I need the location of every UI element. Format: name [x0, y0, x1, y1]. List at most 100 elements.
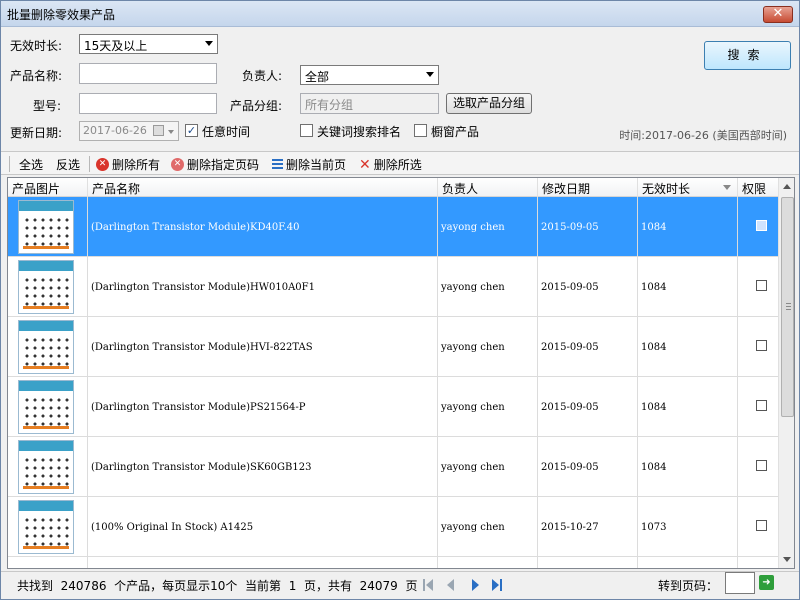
permission-checkbox[interactable]: [756, 400, 767, 411]
current-page: 1: [288, 579, 297, 593]
delete-all-button[interactable]: ✕ 删除所有: [96, 156, 160, 173]
product-image-cell: [8, 437, 88, 497]
product-image-cell: [8, 497, 88, 557]
product-grid: 产品图片 产品名称 负责人 修改日期 无效时长 权限 (Darlington T…: [7, 177, 795, 569]
group-placeholder: 所有分组: [305, 98, 354, 112]
search-button[interactable]: 搜索: [704, 41, 791, 70]
chevron-down-icon: [205, 41, 213, 46]
next-page-icon[interactable]: [469, 579, 481, 591]
first-page-icon[interactable]: [422, 579, 434, 591]
date-cell: [538, 557, 638, 568]
invert-selection-label: 反选: [56, 158, 81, 172]
permission-checkbox[interactable]: [756, 220, 767, 231]
expiry-select-value: 15天及以上: [84, 39, 148, 53]
keyword-rank-checkbox[interactable]: [300, 124, 313, 137]
expiry-select[interactable]: 15天及以上: [79, 34, 218, 54]
time-info: 时间:2017-06-26 (美国西部时间): [619, 129, 787, 142]
go-arrow-icon[interactable]: ➜: [759, 575, 774, 590]
product-image-cell: [8, 377, 88, 437]
product-name-cell: (100% Original In Stock) A1425: [88, 497, 438, 557]
pages-suffix: 页: [405, 579, 418, 593]
model-label: 型号:: [33, 99, 62, 113]
table-row[interactable]: (Darlington Transistor Module)HVI-822TAS…: [8, 317, 778, 377]
permission-checkbox[interactable]: [756, 280, 767, 291]
duration-cell: 1084: [638, 257, 738, 317]
product-thumbnail: [18, 500, 74, 554]
column-header-name[interactable]: 产品名称: [88, 178, 438, 197]
duration-cell: 1073: [638, 497, 738, 557]
status-bar: 共找到 240786 个产品，每页显示10个 当前第 1 页，共有 24079 …: [1, 571, 799, 599]
update-date-picker[interactable]: 2017-06-26: [79, 121, 179, 141]
column-header-image[interactable]: 产品图片: [8, 178, 88, 197]
grid-header: 产品图片 产品名称 负责人 修改日期 无效时长 权限: [8, 178, 778, 197]
product-image-cell: [8, 317, 88, 377]
owner-cell: [438, 557, 538, 568]
product-name-input[interactable]: [79, 63, 217, 84]
product-name-cell: (Darlington Transistor Module)HVI-822TAS: [88, 317, 438, 377]
column-header-duration[interactable]: 无效时长: [638, 178, 738, 197]
close-icon: ✕: [359, 156, 371, 173]
group-label: 产品分组:: [230, 99, 283, 113]
duration-cell: [638, 557, 738, 568]
column-header-permission[interactable]: 权限: [738, 178, 778, 197]
sort-descending-icon: [723, 185, 731, 190]
delete-pages-icon: ✕: [171, 158, 184, 171]
owner-cell: yayong chen: [438, 437, 538, 497]
table-row[interactable]: (Darlington Transistor Module)HW010A0F1 …: [8, 257, 778, 317]
owner-label: 负责人:: [242, 69, 283, 83]
select-all-label: 全选: [19, 158, 44, 172]
column-header-owner[interactable]: 负责人: [438, 178, 538, 197]
window-product-checkbox[interactable]: [414, 124, 427, 137]
window-product-label: 橱窗产品: [431, 125, 480, 139]
product-thumbnail: [18, 200, 74, 254]
close-button[interactable]: ✕: [763, 6, 793, 23]
date-cell: 2015-09-05: [538, 317, 638, 377]
product-name-cell: [88, 557, 438, 568]
expiry-label: 无效时长:: [10, 39, 63, 53]
column-header-date[interactable]: 修改日期: [538, 178, 638, 197]
product-name-cell: (Darlington Transistor Module)KD40F.40: [88, 197, 438, 257]
table-row[interactable]: (Darlington Transistor Module)KD40F.40 y…: [8, 197, 778, 257]
checkmark-icon: ✓: [186, 124, 197, 137]
select-group-button[interactable]: 选取产品分组: [446, 93, 532, 114]
last-page-icon[interactable]: [491, 579, 503, 591]
product-thumbnail: [18, 440, 74, 494]
product-name-cell: (Darlington Transistor Module)PS21564-P: [88, 377, 438, 437]
delete-icon: ✕: [96, 158, 109, 171]
model-input[interactable]: [79, 93, 217, 114]
current-mid: 页，共有: [303, 579, 352, 593]
table-row-partial[interactable]: [8, 557, 778, 568]
duration-cell: 1084: [638, 317, 738, 377]
pagination-summary: 共找到 240786 个产品，每页显示10个 当前第 1 页，共有 24079 …: [17, 577, 417, 594]
delete-selected-button[interactable]: ✕ 删除所选: [359, 156, 422, 173]
table-row[interactable]: (Darlington Transistor Module)PS21564-P …: [8, 377, 778, 437]
product-thumbnail: [18, 260, 74, 314]
chevron-down-icon: [426, 72, 434, 77]
permission-checkbox[interactable]: [756, 520, 767, 531]
vertical-scrollbar[interactable]: [778, 178, 794, 568]
scroll-down-icon[interactable]: [783, 557, 791, 562]
table-row[interactable]: (100% Original In Stock) A1425 yayong ch…: [8, 497, 778, 557]
permission-checkbox[interactable]: [756, 340, 767, 351]
scroll-up-icon[interactable]: [783, 184, 791, 189]
owner-select[interactable]: 全部: [300, 65, 439, 85]
select-all-button[interactable]: 全选: [19, 156, 43, 173]
goto-page-input[interactable]: [725, 572, 755, 594]
invert-selection-button[interactable]: 反选: [56, 156, 80, 173]
title-bar: 批量删除零效果产品 ✕: [1, 1, 799, 27]
any-time-checkbox[interactable]: ✓: [185, 124, 198, 137]
delete-pages-button[interactable]: ✕ 删除指定页码: [171, 156, 259, 173]
scrollbar-thumb[interactable]: [781, 197, 794, 417]
chevron-down-icon: [168, 130, 174, 134]
product-thumbnail: [18, 380, 74, 434]
owner-select-value: 全部: [305, 70, 330, 84]
product-image-cell: [8, 557, 88, 568]
delete-current-button[interactable]: 删除当前页: [272, 156, 346, 173]
permission-checkbox[interactable]: [756, 460, 767, 471]
page-list-icon: [272, 159, 283, 170]
previous-page-icon[interactable]: [445, 579, 457, 591]
owner-cell: yayong chen: [438, 317, 538, 377]
toolbar-divider: [89, 156, 90, 172]
product-name-cell: (Darlington Transistor Module)HW010A0F1: [88, 257, 438, 317]
table-row[interactable]: (Darlington Transistor Module)SK60GB123 …: [8, 437, 778, 497]
